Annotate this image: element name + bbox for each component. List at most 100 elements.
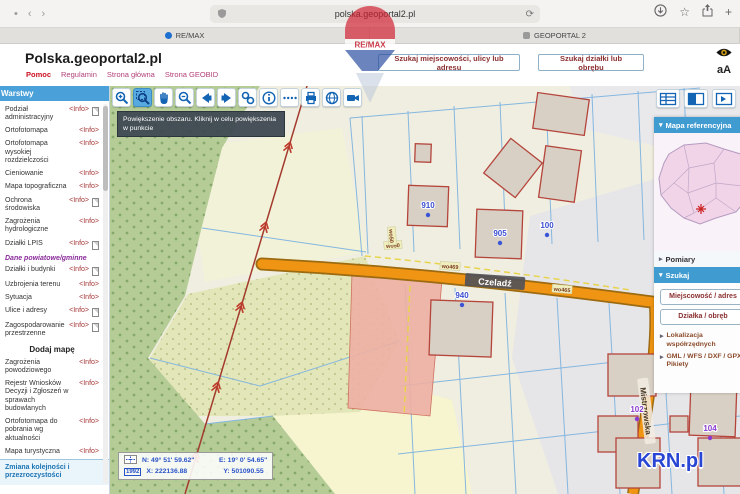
info-link[interactable]: <Info> <box>79 218 99 226</box>
pan-hand-button[interactable] <box>154 88 173 107</box>
info-link[interactable]: <Info> <box>69 307 89 315</box>
globe-button[interactable] <box>322 88 341 107</box>
collapse-panel-button[interactable] <box>712 89 736 108</box>
coord-e: E: 19° 0' 54.65" <box>219 457 267 464</box>
next-view-button[interactable] <box>217 88 236 107</box>
layer-turystyczna[interactable]: Mapa turystyczna<Info> <box>5 445 99 458</box>
measurements-section[interactable]: ▸ Pomiary <box>654 251 740 267</box>
document-icon[interactable] <box>92 198 99 207</box>
info-link[interactable]: <Info> <box>79 127 99 135</box>
address-bar[interactable]: polska.geoportal2.pl ⟳ <box>210 5 540 23</box>
layer-sytuacja[interactable]: Sytuacja<Info> <box>5 291 99 304</box>
document-icon[interactable] <box>92 308 99 317</box>
share-icon[interactable] <box>702 4 713 20</box>
svg-text:940: 940 <box>455 291 469 300</box>
layer-dzialki-budynki[interactable]: Działki i budynki<Info> <box>5 263 99 278</box>
reference-map[interactable] <box>654 133 740 251</box>
bookmark-star-icon[interactable]: ☆ <box>679 5 690 19</box>
layer-uzbrojenia[interactable]: Uzbrojenia terenu<Info> <box>5 278 99 291</box>
info-link[interactable]: <Info> <box>69 266 89 274</box>
tab-geoportal[interactable]: GEOPORTAL 2 <box>370 28 740 43</box>
map-viewport[interactable]: g[data-name="forest-area"] polygon { fil… <box>110 86 740 494</box>
layer-zagrozenia-hydro[interactable]: Zagrożenia hydrologiczne<Info> <box>5 216 99 238</box>
forward-icon[interactable]: › <box>42 8 46 20</box>
coord-y: Y: 501090.55 <box>223 468 263 475</box>
legend-panel-button[interactable] <box>656 89 680 108</box>
layer-cieniowanie[interactable]: Cieniowanie<Info> <box>5 168 99 181</box>
nav-pomoc[interactable]: Pomoc <box>26 70 51 79</box>
info-link[interactable]: <Info> <box>69 106 89 114</box>
reference-map-header[interactable]: ▾ Mapa referencyjna <box>654 117 740 133</box>
info-link[interactable]: <Info> <box>79 418 99 426</box>
info-link[interactable]: <Info> <box>79 183 99 191</box>
info-button[interactable] <box>259 88 278 107</box>
zoom-in-button[interactable] <box>112 88 131 107</box>
browser-chrome: • ‹ › polska.geoportal2.pl ⟳ ☆ + <box>0 0 740 28</box>
nav-regulamin[interactable]: Regulamin <box>61 70 97 79</box>
map-canvas[interactable]: g[data-name="forest-area"] polygon { fil… <box>110 86 740 494</box>
info-link[interactable]: <Info> <box>79 359 99 367</box>
order-transparency-link[interactable]: Zmiana kolejności i przezroczystości <box>0 459 109 486</box>
info-link[interactable]: <Info> <box>79 448 99 456</box>
zoom-area-button[interactable] <box>133 88 152 107</box>
layer-ulice-adresy[interactable]: Ulice i adresy<Info> <box>5 305 99 320</box>
info-link[interactable]: <Info> <box>79 140 99 148</box>
link-button[interactable] <box>238 88 257 107</box>
reload-icon[interactable]: ⟳ <box>526 9 534 20</box>
document-icon[interactable] <box>92 107 99 116</box>
sidebar-scrollbar-thumb[interactable] <box>103 106 108 191</box>
nav-strona-glowna[interactable]: Strona główna <box>107 70 155 79</box>
search-parcel-button[interactable]: Szukaj działki lub obrębu <box>538 54 644 71</box>
info-link[interactable]: <Info> <box>79 380 99 388</box>
layer-zagospodarowanie[interactable]: Zagospodarowanie przestrzenne<Info> <box>5 320 99 342</box>
split-panel-button[interactable] <box>684 89 708 108</box>
coordinates-location-link[interactable]: ▸ Lokalizacja współrzędnych <box>658 329 740 350</box>
street-view-camera-button[interactable] <box>343 88 362 107</box>
search-address-button[interactable]: Miejscowość / adres <box>660 289 740 305</box>
info-link[interactable]: <Info> <box>69 322 89 330</box>
font-size-toggle[interactable]: aA <box>714 64 734 76</box>
contrast-eye-icon[interactable] <box>714 46 734 64</box>
info-link[interactable]: <Info> <box>79 170 99 178</box>
info-link[interactable]: <Info> <box>69 197 89 205</box>
previous-view-button[interactable] <box>196 88 215 107</box>
zoom-out-button[interactable] <box>175 88 194 107</box>
layers-sidebar: Warstwy Podział administracyjny<Info> Or… <box>0 86 110 494</box>
new-tab-icon[interactable]: + <box>725 5 732 19</box>
shield-icon <box>218 9 226 20</box>
svg-text:104: 104 <box>703 424 717 433</box>
document-icon[interactable] <box>92 267 99 276</box>
document-icon[interactable] <box>92 323 99 332</box>
layer-dzialki-lpis[interactable]: Działki LPIS<Info> <box>5 237 99 252</box>
svg-text:102: 102 <box>630 405 644 414</box>
document-icon[interactable] <box>92 241 99 250</box>
gml-export-link[interactable]: ▸ GML / WFS / DXF / GPX Pikiety <box>658 350 740 371</box>
search-parcel-area-button[interactable]: Działka / obręb <box>660 309 740 325</box>
krn-watermark: KRN.pl <box>637 450 704 473</box>
layer-ortofotomapa-wysokiej[interactable]: Ortofotomapa wysokiej rozdzielczości<Inf… <box>5 138 99 168</box>
svg-text:100: 100 <box>540 221 554 230</box>
measure-button[interactable] <box>280 88 299 107</box>
back-icon[interactable]: ‹ <box>28 8 32 20</box>
info-link[interactable]: <Info> <box>79 281 99 289</box>
highlighted-parcel[interactable] <box>348 272 442 416</box>
layer-mapa-topograficzna[interactable]: Mapa topograficzna<Info> <box>5 181 99 194</box>
tab-remax[interactable]: RE/MAX <box>0 28 370 43</box>
search-place-button[interactable]: Szukaj miejscowości, ulicy lub adresu <box>378 54 520 71</box>
search-section-header[interactable]: ▾ Szukaj <box>654 267 740 283</box>
info-link[interactable]: <Info> <box>79 294 99 302</box>
panel-toggle-buttons <box>656 89 736 108</box>
print-button[interactable] <box>301 88 320 107</box>
nav-strona-geobid[interactable]: Strona GEOBID <box>165 70 218 79</box>
layer-ochrona-srodowiska[interactable]: Ochrona środowiska<Info> <box>5 194 99 216</box>
layer-ortofotomapa[interactable]: Ortofotomapa<Info> <box>5 125 99 138</box>
chevron-right-icon: ▸ <box>659 255 663 263</box>
info-link[interactable]: <Info> <box>69 240 89 248</box>
layer-rejestr-wnioskow[interactable]: Rejestr Wniosków Decyzji i Zgłoszeń w sp… <box>5 378 99 416</box>
site-nav: Pomoc Regulamin Strona główna Strona GEO… <box>26 70 218 79</box>
toolbar-tooltip: Powiększenie obszaru. Kliknij w celu pow… <box>117 111 285 137</box>
layer-zagrozenia-powodziowe[interactable]: Zagrożenia powodziowego<Info> <box>5 356 99 378</box>
layer-orto-pobrania[interactable]: Ortofotomapa do pobrania wg aktualności<… <box>5 416 99 446</box>
download-icon[interactable] <box>654 4 667 20</box>
layer-podzial[interactable]: Podział administracyjny<Info> <box>5 103 99 125</box>
